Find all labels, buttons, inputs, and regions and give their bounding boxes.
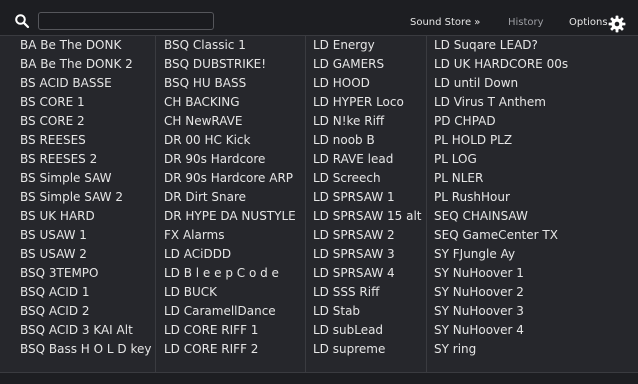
preset-item[interactable]: LD noob B [313, 131, 375, 150]
preset-item[interactable]: LD supreme [313, 340, 385, 359]
preset-browser-window: Sound Store » History Options BA Be The … [0, 0, 638, 384]
preset-item[interactable]: BSQ 3TEMPO [20, 264, 98, 283]
preset-item[interactable]: BSQ DUBSTRIKE! [164, 55, 266, 74]
preset-item[interactable]: LD CORE RIFF 1 [164, 321, 258, 340]
preset-item[interactable]: LD BUCK [164, 283, 217, 302]
preset-item[interactable]: LD until Down [434, 74, 518, 93]
preset-item[interactable]: SY FJungle Ay [434, 245, 515, 264]
preset-item[interactable]: LD Suqare LEAD? [434, 36, 538, 55]
preset-item[interactable]: LD SPRSAW 15 alt [313, 207, 421, 226]
preset-item[interactable]: BS CORE 1 [20, 93, 85, 112]
options-link[interactable]: Options [569, 17, 608, 29]
preset-item[interactable]: SEQ CHAINSAW [434, 207, 528, 226]
preset-item[interactable]: PD CHPAD [434, 112, 496, 131]
preset-item[interactable]: PL LOG [434, 150, 477, 169]
preset-item[interactable]: LD HOOD [313, 74, 370, 93]
preset-item[interactable]: SY ring [434, 340, 476, 359]
preset-item[interactable]: LD Virus T Anthem [434, 93, 546, 112]
preset-item[interactable]: BSQ ACID 2 [20, 302, 90, 321]
preset-item[interactable]: DR HYPE DA NUSTYLE [164, 207, 296, 226]
preset-item[interactable]: LD Screech [313, 169, 381, 188]
preset-column-3: LD Energy LD GAMERS LD HOOD LD HYPER Loc… [313, 36, 425, 372]
preset-item[interactable]: DR Dirt Snare [164, 188, 246, 207]
preset-item[interactable]: LD subLead [313, 321, 383, 340]
preset-item[interactable]: LD UK HARDCORE 00s [434, 55, 568, 74]
preset-item[interactable]: DR 90s Hardcore ARP [164, 169, 293, 188]
preset-item[interactable]: BS Simple SAW [20, 169, 112, 188]
preset-item[interactable]: BSQ ACID 1 [20, 283, 90, 302]
preset-item[interactable]: PL NLER [434, 169, 483, 188]
column-divider [426, 36, 427, 372]
preset-item[interactable]: BS CORE 2 [20, 112, 85, 131]
preset-item[interactable]: BS ACID BASSE [20, 74, 112, 93]
preset-item[interactable]: LD RAVE lead [313, 150, 393, 169]
preset-column-2: BSQ Classic 1 BSQ DUBSTRIKE! BSQ HU BASS… [164, 36, 303, 372]
preset-item[interactable]: LD N!ke Riff [313, 112, 384, 131]
preset-column-1: BA Be The DONK BA Be The DONK 2 BS ACID … [20, 36, 154, 372]
preset-item[interactable]: BS USAW 1 [20, 226, 87, 245]
preset-item[interactable]: BSQ HU BASS [164, 74, 246, 93]
preset-item[interactable]: BS UK HARD [20, 207, 95, 226]
preset-item[interactable]: BA Be The DONK [20, 36, 121, 55]
preset-columns: BA Be The DONK BA Be The DONK 2 BS ACID … [0, 36, 638, 372]
history-link[interactable]: History [508, 17, 544, 29]
preset-item[interactable]: BS USAW 2 [20, 245, 87, 264]
preset-item[interactable]: LD Energy [313, 36, 375, 55]
preset-item[interactable]: LD ACiDDD [164, 245, 231, 264]
preset-item[interactable]: BSQ ACID 3 KAI Alt [20, 321, 133, 340]
preset-item[interactable]: PL HOLD PLZ [434, 131, 512, 150]
browser-toolbar: Sound Store » History Options [0, 0, 638, 36]
preset-item[interactable]: LD SPRSAW 1 [313, 188, 395, 207]
bottom-edge [0, 372, 638, 384]
preset-item[interactable]: LD SPRSAW 3 [313, 245, 395, 264]
gear-icon[interactable] [608, 15, 626, 33]
preset-item[interactable]: SY NuHoover 2 [434, 283, 524, 302]
preset-column-4: LD Suqare LEAD? LD UK HARDCORE 00s LD un… [434, 36, 624, 372]
preset-item[interactable]: LD GAMERS [313, 55, 384, 74]
preset-item[interactable]: CH NewRAVE [164, 112, 242, 131]
preset-item[interactable]: BSQ Bass H O L D key [20, 340, 151, 359]
preset-item[interactable]: CH BACKING [164, 93, 240, 112]
preset-item[interactable]: LD B l e e p C o d e [164, 264, 279, 283]
preset-item[interactable]: PL RushHour [434, 188, 510, 207]
search-input[interactable] [38, 12, 214, 30]
preset-item[interactable]: BSQ Classic 1 [164, 36, 246, 55]
column-divider [305, 36, 306, 372]
preset-item[interactable]: LD CaramellDance [164, 302, 276, 321]
column-divider [155, 36, 156, 372]
preset-item[interactable]: BS REESES 2 [20, 150, 97, 169]
preset-item[interactable]: BS REESES [20, 131, 86, 150]
preset-item[interactable]: DR 00 HC Kick [164, 131, 250, 150]
preset-item[interactable]: BA Be The DONK 2 [20, 55, 133, 74]
search-icon[interactable] [14, 13, 30, 29]
preset-item[interactable]: DR 90s Hardcore [164, 150, 265, 169]
preset-item[interactable]: FX Alarms [164, 226, 225, 245]
preset-item[interactable]: LD Stab [313, 302, 360, 321]
preset-item[interactable]: LD HYPER Loco [313, 93, 404, 112]
preset-item[interactable]: LD SPRSAW 2 [313, 226, 395, 245]
preset-item[interactable]: SY NuHoover 3 [434, 302, 524, 321]
sound-store-link[interactable]: Sound Store » [410, 17, 480, 29]
preset-item[interactable]: LD SPRSAW 4 [313, 264, 395, 283]
preset-item[interactable]: BS Simple SAW 2 [20, 188, 123, 207]
preset-item[interactable]: SY NuHoover 4 [434, 321, 524, 340]
preset-item[interactable]: SY NuHoover 1 [434, 264, 524, 283]
preset-item[interactable]: SEQ GameCenter TX [434, 226, 558, 245]
preset-item[interactable]: LD SSS Riff [313, 283, 379, 302]
preset-item[interactable]: LD CORE RIFF 2 [164, 340, 258, 359]
